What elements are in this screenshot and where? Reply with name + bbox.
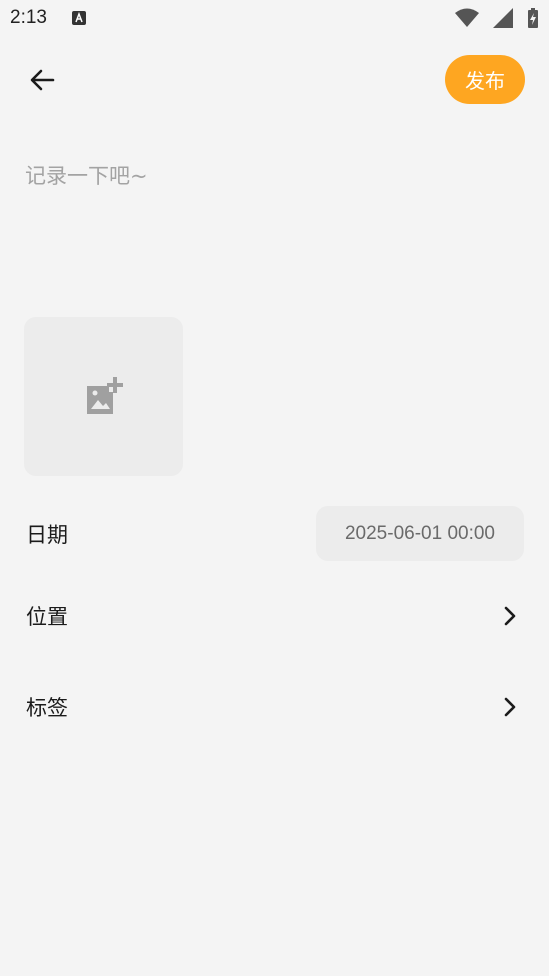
chevron-right-icon xyxy=(504,606,516,626)
keyboard-a-icon xyxy=(72,11,86,25)
add-photo-icon xyxy=(86,376,123,414)
back-button[interactable] xyxy=(22,60,62,100)
arrow-left-icon xyxy=(30,69,55,91)
status-bar: 2:13 xyxy=(0,0,549,36)
date-label: 日期 xyxy=(26,523,68,547)
add-image-button[interactable] xyxy=(24,317,183,476)
location-row[interactable]: 位置 xyxy=(0,586,549,646)
publish-button[interactable]: 发布 xyxy=(445,55,525,104)
note-input[interactable] xyxy=(25,160,525,280)
signal-icon xyxy=(493,8,513,28)
chevron-right-icon xyxy=(504,697,516,717)
tags-row[interactable]: 标签 xyxy=(0,677,549,737)
tags-label: 标签 xyxy=(26,696,68,720)
status-time: 2:13 xyxy=(10,7,47,28)
wifi-icon xyxy=(455,8,479,27)
date-picker[interactable]: 2025-06-01 00:00 xyxy=(316,506,524,561)
location-label: 位置 xyxy=(26,605,68,629)
battery-charging-icon xyxy=(528,8,538,28)
